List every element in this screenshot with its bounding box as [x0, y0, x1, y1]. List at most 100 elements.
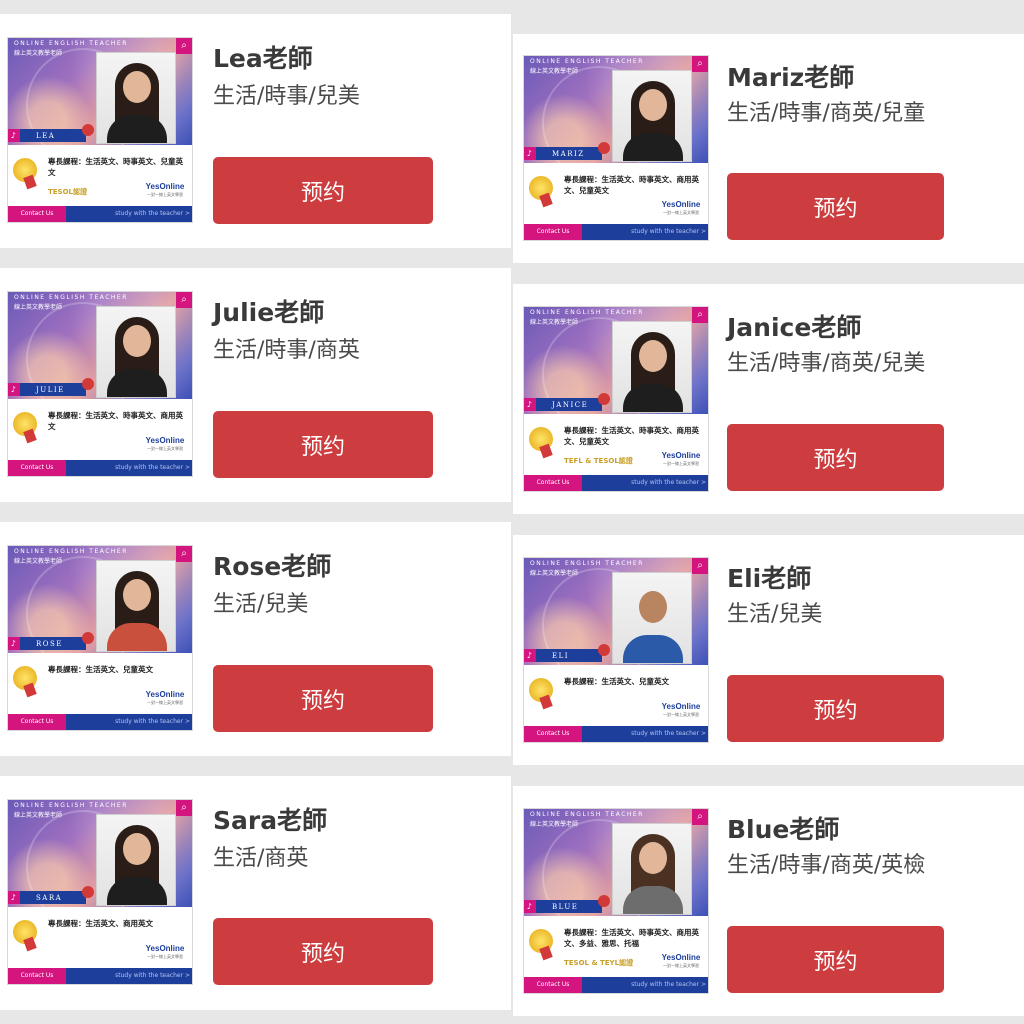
photo-face [123, 833, 151, 865]
banner-name-plate: ♪ SARA [8, 891, 86, 904]
banner-name-plate: ♪ JANICE [524, 398, 602, 411]
courses-prefix: 專長課程： [564, 175, 602, 184]
teacher-card-blue: ONLINE ENGLISH TEACHER 線上英文教學老師 ⌕ ♪ BLUE … [513, 786, 1024, 1016]
banner-teacher-name: SARA [36, 894, 63, 902]
logo-subtext: 一對一線上英文學習 [663, 210, 699, 215]
teacher-banner-image[interactable]: ONLINE ENGLISH TEACHER 線上英文教學老師 ⌕ ♪ MARIZ… [523, 55, 709, 241]
logo-text: YesOnline [145, 690, 185, 699]
courses-list: 生活英文、兒童英文 [601, 677, 670, 686]
banner-footer: Contact Us study with the teacher > [524, 726, 708, 742]
yesonline-logo: YesOnline 一對一線上英文學習 [660, 451, 702, 468]
study-with-teacher-label: study with the teacher > [631, 479, 706, 486]
logo-text: YesOnline [661, 451, 701, 460]
red-dot-icon [598, 142, 610, 154]
teacher-subjects: 生活/時事/兒美 [213, 84, 360, 109]
microphone-icon: ♪ [8, 637, 20, 650]
teacher-name: Mariz老師 [727, 63, 855, 92]
logo-text: YesOnline [661, 702, 701, 711]
book-button[interactable]: 预约 [213, 665, 433, 732]
banner-teacher-name: ROSE [36, 640, 63, 648]
teacher-card-rose: ONLINE ENGLISH TEACHER 線上英文教學老師 ⌕ ♪ ROSE … [0, 522, 511, 756]
microphone-icon: ♪ [8, 129, 20, 142]
photo-face [123, 325, 151, 357]
banner-title-en: ONLINE ENGLISH TEACHER [14, 294, 128, 301]
photo-body [623, 384, 683, 412]
banner-name-plate: ♪ JULIE [8, 383, 86, 396]
award-medal-icon [529, 176, 553, 200]
contact-us-label: Contact Us [524, 726, 582, 742]
yesonline-logo: YesOnline 一對一線上英文學習 [660, 953, 702, 970]
microphone-icon: ♪ [524, 649, 536, 662]
teacher-card-janice: ONLINE ENGLISH TEACHER 線上英文教學老師 ⌕ ♪ JANIC… [513, 284, 1024, 514]
banner-certification: TESOL認證 [48, 188, 88, 196]
photo-body [107, 877, 167, 905]
photo-face [639, 842, 667, 874]
logo-text: YesOnline [145, 436, 185, 445]
red-dot-icon [598, 895, 610, 907]
photo-body [623, 635, 683, 663]
banner-title-en: ONLINE ENGLISH TEACHER [14, 802, 128, 809]
book-button[interactable]: 预约 [213, 411, 433, 478]
red-dot-icon [598, 644, 610, 656]
red-dot-icon [82, 124, 94, 136]
courses-prefix: 專長課程： [564, 426, 602, 435]
teacher-photo [612, 572, 692, 664]
book-button[interactable]: 预约 [727, 173, 944, 240]
award-medal-icon [529, 929, 553, 953]
banner-certification: TEFL & TESOL認證 [564, 457, 633, 465]
teacher-banner-image[interactable]: ONLINE ENGLISH TEACHER 線上英文教學老師 ⌕ ♪ BLUE … [523, 808, 709, 994]
banner-title-zh: 線上英文教學老師 [530, 68, 579, 75]
banner-title-zh: 線上英文教學老師 [530, 570, 579, 577]
teacher-photo [96, 52, 176, 144]
book-button[interactable]: 预约 [213, 918, 433, 985]
banner-title-zh: 線上英文教學老師 [14, 558, 63, 565]
courses-prefix: 專長課程： [48, 665, 86, 674]
teacher-card-sara: ONLINE ENGLISH TEACHER 線上英文教學老師 ⌕ ♪ SARA … [0, 776, 511, 1010]
teacher-subjects: 生活/時事/商英/兒童 [727, 101, 926, 126]
banner-title-en: ONLINE ENGLISH TEACHER [14, 40, 128, 47]
teacher-banner-image[interactable]: ONLINE ENGLISH TEACHER 線上英文教學老師 ⌕ ♪ LEA 專… [7, 37, 193, 223]
teacher-banner-image[interactable]: ONLINE ENGLISH TEACHER 線上英文教學老師 ⌕ ♪ SARA … [7, 799, 193, 985]
teacher-photo [612, 70, 692, 162]
book-button[interactable]: 预约 [727, 675, 944, 742]
courses-prefix: 專長課程： [48, 411, 86, 420]
teacher-name: Lea老師 [213, 44, 313, 73]
teacher-photo [612, 321, 692, 413]
logo-subtext: 一對一線上英文學習 [147, 446, 183, 451]
book-button[interactable]: 预约 [727, 926, 944, 993]
teacher-banner-image[interactable]: ONLINE ENGLISH TEACHER 線上英文教學老師 ⌕ ♪ ROSE … [7, 545, 193, 731]
award-medal-icon [529, 678, 553, 702]
banner-name-plate: ♪ ROSE [8, 637, 86, 650]
microphone-icon: ♪ [524, 900, 536, 913]
teacher-photo [612, 823, 692, 915]
book-button[interactable]: 预约 [727, 424, 944, 491]
teacher-banner-image[interactable]: ONLINE ENGLISH TEACHER 線上英文教學老師 ⌕ ♪ JULIE… [7, 291, 193, 477]
banner-courses: 專長課程：生活英文、商用英文 [48, 918, 188, 929]
banner-footer: Contact Us study with the teacher > [524, 475, 708, 491]
banner-certification: TESOL & TEYL認證 [564, 959, 634, 967]
banner-title-en: ONLINE ENGLISH TEACHER [14, 548, 128, 555]
teacher-card-mariz: ONLINE ENGLISH TEACHER 線上英文教學老師 ⌕ ♪ MARIZ… [513, 34, 1024, 263]
logo-text: YesOnline [145, 944, 185, 953]
banner-title-zh: 線上英文教學老師 [530, 319, 579, 326]
study-with-teacher-label: study with the teacher > [115, 464, 190, 471]
photo-body [623, 133, 683, 161]
banner-title-zh: 線上英文教學老師 [530, 821, 579, 828]
study-with-teacher-label: study with the teacher > [115, 972, 190, 979]
teacher-card-julie: ONLINE ENGLISH TEACHER 線上英文教學老師 ⌕ ♪ JULIE… [0, 268, 511, 502]
logo-subtext: 一對一線上英文學習 [147, 954, 183, 959]
yesonline-logo: YesOnline 一對一線上英文學習 [144, 944, 186, 961]
teacher-name: Julie老師 [213, 298, 325, 327]
book-button[interactable]: 预约 [213, 157, 433, 224]
courses-prefix: 專長課程： [564, 677, 602, 686]
search-icon: ⌕ [176, 38, 192, 54]
banner-name-plate: ♪ LEA [8, 129, 86, 142]
teacher-banner-image[interactable]: ONLINE ENGLISH TEACHER 線上英文教學老師 ⌕ ♪ JANIC… [523, 306, 709, 492]
teacher-photo [96, 560, 176, 652]
courses-prefix: 專長課程： [48, 157, 86, 166]
search-icon: ⌕ [692, 809, 708, 825]
teacher-name: Sara老師 [213, 806, 328, 835]
teacher-banner-image[interactable]: ONLINE ENGLISH TEACHER 線上英文教學老師 ⌕ ♪ ELI 專… [523, 557, 709, 743]
courses-prefix: 專長課程： [48, 919, 86, 928]
banner-courses: 專長課程：生活英文、兒童英文 [564, 676, 704, 687]
